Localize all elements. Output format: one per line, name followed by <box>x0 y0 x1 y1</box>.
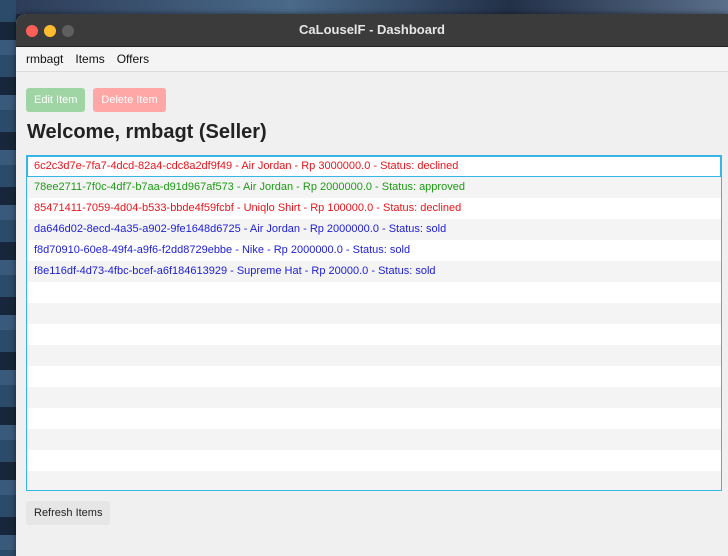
items-list[interactable]: 6c2c3d7e-7fa7-4dcd-82a4-cdc8a2df9f49 - A… <box>26 155 722 491</box>
welcome-heading: Welcome, rmbagt (Seller) <box>27 121 267 143</box>
window-title: CaLouselF - Dashboard <box>299 22 445 37</box>
menu-bar: rmbagt Items Offers <box>16 47 728 72</box>
list-item[interactable]: da646d02-8ecd-4a35-a902-9fe1648d6725 - A… <box>27 219 721 240</box>
list-item[interactable]: f8e116df-4d73-4fbc-bcef-a6f184613929 - S… <box>27 261 721 282</box>
list-item[interactable]: f8d70910-60e8-49f4-a9f6-f2dd8729ebbe - N… <box>27 240 721 261</box>
empty-list-row <box>27 345 721 366</box>
empty-list-row <box>27 366 721 387</box>
empty-list-row <box>27 303 721 324</box>
app-window: CaLouselF - Dashboard rmbagt Items Offer… <box>16 14 728 556</box>
empty-list-row <box>27 471 721 490</box>
list-item[interactable]: 85471411-7059-4d04-b533-bbde4f59fcbf - U… <box>27 198 721 219</box>
empty-list-row <box>27 282 721 303</box>
edit-item-button[interactable]: Edit Item <box>26 88 86 112</box>
empty-list-row <box>27 408 721 429</box>
empty-list-row <box>27 450 721 471</box>
list-item[interactable]: 6c2c3d7e-7fa7-4dcd-82a4-cdc8a2df9f49 - A… <box>27 156 721 177</box>
title-bar[interactable]: CaLouselF - Dashboard <box>16 14 728 47</box>
desktop-wallpaper-top <box>0 0 728 14</box>
main-content: Edit Item Delete Item Welcome, rmbagt (S… <box>16 71 728 556</box>
menu-offers[interactable]: Offers <box>111 52 155 66</box>
empty-list-row <box>27 324 721 345</box>
refresh-items-button[interactable]: Refresh Items <box>26 501 111 525</box>
desktop-wallpaper-left <box>0 0 16 556</box>
list-item[interactable]: 78ee2711-7f0c-4df7-b7aa-d91d967af573 - A… <box>27 177 721 198</box>
menu-items[interactable]: Items <box>69 52 110 66</box>
empty-list-row <box>27 429 721 450</box>
menu-user[interactable]: rmbagt <box>20 52 69 66</box>
delete-item-button[interactable]: Delete Item <box>93 88 166 112</box>
empty-list-row <box>27 387 721 408</box>
item-action-buttons: Edit Item Delete Item <box>26 88 166 112</box>
